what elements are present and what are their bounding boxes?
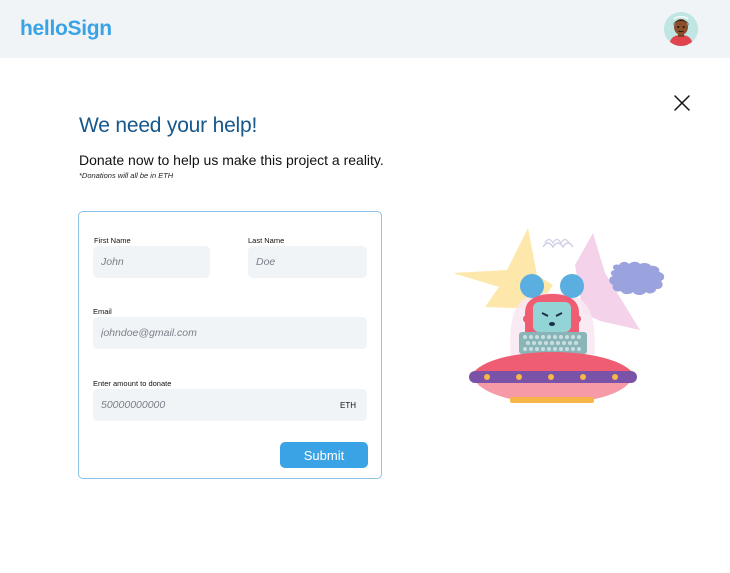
amount-label: Enter amount to donate — [93, 379, 172, 388]
avatar-icon — [664, 12, 698, 46]
donation-form: First Name Last Name Email Enter amount … — [78, 211, 382, 479]
last-name-field[interactable] — [248, 246, 367, 278]
page-title: We need your help! — [79, 114, 258, 137]
user-avatar[interactable] — [664, 12, 698, 46]
email-label: Email — [93, 307, 112, 316]
eth-currency-suffix: ETH — [340, 401, 356, 410]
ufo-robot-illustration-image — [453, 228, 665, 403]
submit-button[interactable]: Submit — [280, 442, 368, 468]
eth-footnote: *Donations will all be in ETH — [79, 171, 174, 180]
close-button[interactable] — [671, 92, 693, 114]
close-icon — [674, 95, 690, 111]
top-bar: helloSign — [0, 0, 730, 58]
amount-field[interactable] — [93, 389, 367, 421]
ufo-robot-illustration — [445, 225, 685, 410]
first-name-field[interactable] — [93, 246, 210, 278]
first-name-label: First Name — [94, 236, 131, 245]
email-field[interactable] — [93, 317, 367, 349]
last-name-label: Last Name — [248, 236, 285, 245]
page-subtitle: Donate now to help us make this project … — [79, 152, 384, 168]
hellosign-logo[interactable]: helloSign — [20, 17, 112, 41]
